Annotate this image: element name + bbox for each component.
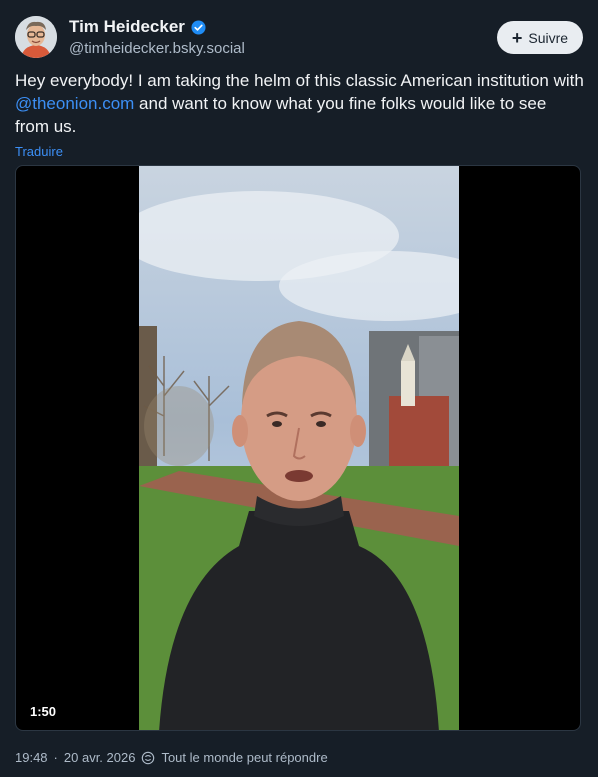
- mention-link[interactable]: @theonion.com: [15, 94, 134, 113]
- post-meta: 19:48 · 20 avr. 2026 Tout le monde peut …: [15, 750, 328, 765]
- verified-badge-icon: [191, 19, 206, 35]
- post-text: Hey everybody! I am taking the helm of t…: [15, 69, 585, 138]
- translate-link[interactable]: Traduire: [15, 144, 63, 159]
- follow-button[interactable]: + Suivre: [497, 21, 583, 54]
- avatar-image: [15, 16, 57, 58]
- video-player[interactable]: 1:50: [15, 165, 581, 731]
- video-frame: [139, 166, 459, 730]
- author-name-row: Tim Heidecker: [69, 17, 206, 37]
- author-display-name[interactable]: Tim Heidecker: [69, 17, 185, 37]
- avatar[interactable]: [15, 16, 57, 58]
- plus-icon: +: [511, 27, 523, 48]
- author-handle[interactable]: @timheidecker.bsky.social: [69, 40, 245, 57]
- video-duration: 1:50: [27, 702, 60, 721]
- reply-setting-label[interactable]: Tout le monde peut répondre: [161, 750, 327, 765]
- post-time[interactable]: 19:48: [15, 750, 48, 765]
- post-date[interactable]: 20 avr. 2026: [64, 750, 136, 765]
- meta-separator: ·: [53, 750, 58, 765]
- post-text-start: Hey everybody! I am taking the helm of t…: [15, 71, 584, 90]
- reply-settings-icon: [142, 751, 155, 764]
- follow-button-label: Suivre: [528, 29, 569, 46]
